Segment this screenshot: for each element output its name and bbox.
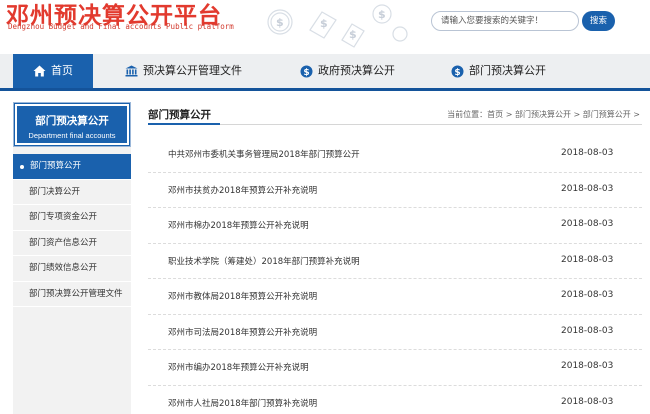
search-input[interactable] xyxy=(431,11,579,31)
svg-text:$: $ xyxy=(303,68,309,78)
list-item[interactable]: 职业技术学院（筹建处）2018年部门预算补充说明 2018-08-03 xyxy=(148,244,642,279)
list-item-date: 2018-08-03 xyxy=(561,361,614,371)
svg-text:$: $ xyxy=(349,28,357,41)
main-nav: 首页 预决算公开管理文件 $ 政府预决算公开 $ 部门预决算公开 xyxy=(0,54,650,91)
list-item-date: 2018-08-03 xyxy=(561,148,614,158)
breadcrumb: 当前位置：首页 > 部门预决算公开 > 部门预算公开 > xyxy=(447,110,640,119)
list-item-title[interactable]: 邓州市棉办2018年预算公开补充说明 xyxy=(168,219,309,231)
sidebar-title: 部门预决算公开 xyxy=(35,115,109,127)
list-item-title[interactable]: 中共邓州市委机关事务管理局2018年部门预算公开 xyxy=(168,148,360,160)
list-item-title[interactable]: 邓州市司法局2018年预算公开补充说明 xyxy=(168,326,317,338)
decorative-currency-background: $ $ $ $ xyxy=(267,4,408,48)
site-subtitle: Dengzhou Budget and Final accounts Publi… xyxy=(8,22,234,31)
list-item-date: 2018-08-03 xyxy=(561,254,614,265)
list-item-date: 2018-08-03 xyxy=(561,396,614,407)
svg-text:$: $ xyxy=(320,17,328,30)
list-item[interactable]: 中共邓州市委机关事务管理局2018年部门预算公开 2018-08-03 xyxy=(148,137,642,173)
home-icon xyxy=(33,65,46,78)
nav-item-government-budget[interactable]: $ 政府预决算公开 xyxy=(300,54,395,88)
page-title: 部门预算公开 xyxy=(148,109,211,121)
sidebar: 部门预决算公开 Department final accounts 部门预算公开… xyxy=(13,102,131,414)
sidebar-title-en: Department final accounts xyxy=(28,131,116,140)
article-list: 中共邓州市委机关事务管理局2018年部门预算公开 2018-08-03 邓州市扶… xyxy=(148,137,642,414)
title-divider xyxy=(148,123,642,125)
nav-item-label: 预决算公开管理文件 xyxy=(143,64,242,77)
list-item-date: 2018-08-03 xyxy=(561,290,614,300)
bank-icon xyxy=(125,65,138,78)
nav-item-department-budget[interactable]: $ 部门预决算公开 xyxy=(451,54,546,88)
sidebar-item-special-funds[interactable]: 部门专项资金公开 xyxy=(13,205,131,231)
list-item-title[interactable]: 邓州市扶贫办2018年预算公开补充说明 xyxy=(168,184,317,196)
sidebar-item-management-files[interactable]: 部门预决算公开管理文件 xyxy=(13,281,131,307)
sidebar-menu: 部门预算公开 部门决算公开 部门专项资金公开 部门资产信息公开 部门绩效信息公开… xyxy=(13,154,131,307)
svg-text:$: $ xyxy=(276,16,284,29)
sidebar-item-department-final-accounts[interactable]: 部门决算公开 xyxy=(13,179,131,205)
main-content: 部门预算公开 当前位置：首页 > 部门预决算公开 > 部门预算公开 > 中共邓州… xyxy=(148,102,642,414)
sidebar-item-asset-info[interactable]: 部门资产信息公开 xyxy=(13,230,131,256)
list-item[interactable]: 邓州市扶贫办2018年预算公开补充说明 2018-08-03 xyxy=(148,173,642,208)
sidebar-header: 部门预决算公开 Department final accounts xyxy=(13,102,131,147)
svg-text:$: $ xyxy=(454,68,460,78)
list-item[interactable]: 邓州市棉办2018年预算公开补充说明 2018-08-03 xyxy=(148,208,642,244)
list-item[interactable]: 邓州市人社局2018年部门预算补充说明 2018-08-03 xyxy=(148,386,642,414)
list-item-title[interactable]: 邓州市编办2018年预算公开补充说明 xyxy=(168,361,309,373)
list-item-title[interactable]: 邓州市教体局2018年预算公开补充说明 xyxy=(168,290,317,302)
sidebar-item-department-budget[interactable]: 部门预算公开 xyxy=(13,154,131,180)
list-item-date: 2018-08-03 xyxy=(561,219,614,229)
svg-text:$: $ xyxy=(378,8,386,21)
nav-item-home[interactable]: 首页 xyxy=(13,54,93,88)
sidebar-item-performance-info[interactable]: 部门绩效信息公开 xyxy=(13,256,131,282)
nav-item-label: 部门预决算公开 xyxy=(469,64,546,77)
nav-item-management-files[interactable]: 预决算公开管理文件 xyxy=(125,54,242,88)
nav-item-label: 政府预决算公开 xyxy=(318,64,395,77)
list-item-date: 2018-08-03 xyxy=(561,183,614,194)
nav-item-label: 首页 xyxy=(51,64,73,77)
list-item[interactable]: 邓州市司法局2018年预算公开补充说明 2018-08-03 xyxy=(148,315,642,350)
list-item[interactable]: 邓州市编办2018年预算公开补充说明 2018-08-03 xyxy=(148,350,642,386)
list-item[interactable]: 邓州市教体局2018年预算公开补充说明 2018-08-03 xyxy=(148,279,642,315)
list-item-title[interactable]: 职业技术学院（筹建处）2018年部门预算补充说明 xyxy=(168,255,360,267)
site-header: 邓州预决算公开平台 Dengzhou Budget and Final acco… xyxy=(0,0,650,54)
list-item-date: 2018-08-03 xyxy=(561,325,614,336)
dollar-circle-icon: $ xyxy=(300,65,313,78)
dollar-circle-icon: $ xyxy=(451,65,464,78)
search-button[interactable]: 搜索 xyxy=(582,11,615,31)
list-item-title[interactable]: 邓州市人社局2018年部门预算补充说明 xyxy=(168,397,317,409)
